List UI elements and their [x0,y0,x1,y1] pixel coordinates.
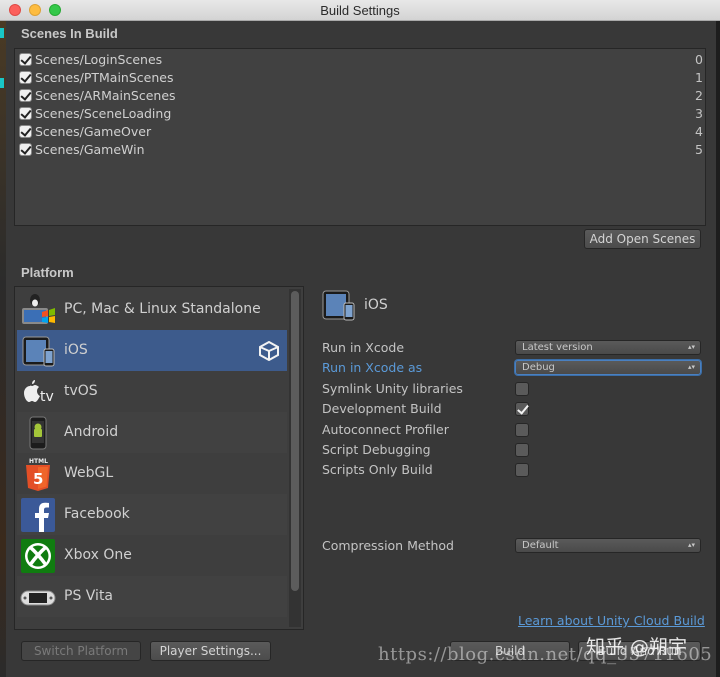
unity-cloud-build-link[interactable]: Learn about Unity Cloud Build [518,613,705,628]
scripts-only-build-label: Scripts Only Build [322,462,433,477]
autoconnect-profiler-label: Autoconnect Profiler [322,422,449,437]
platform-list-scrollbar[interactable] [289,289,301,627]
scene-name: Scenes/GameWin [35,142,145,157]
scene-index: 2 [695,88,703,103]
scene-index: 3 [695,106,703,121]
scene-include-checkbox[interactable] [19,53,32,66]
title-bar: Build Settings [0,0,720,21]
script-debugging-label: Script Debugging [322,442,431,457]
updown-arrows-icon: ▴▾ [687,363,695,371]
player-settings-button[interactable]: Player Settings... [150,641,271,661]
scene-name: Scenes/SceneLoading [35,106,172,121]
scene-name: Scenes/GameOver [35,124,152,139]
background-strip-right [716,21,720,677]
scene-include-checkbox[interactable] [19,71,32,84]
background-marker [0,78,4,88]
unity-logo-icon [259,341,279,361]
scene-index: 5 [695,142,703,157]
compression-method-label: Compression Method [322,538,454,553]
updown-arrows-icon: ▴▾ [687,541,695,549]
run-in-xcode-as-dropdown[interactable]: Debug ▴▾ [515,360,701,375]
ipad-icon [322,290,355,321]
standalone-icon [22,294,55,324]
window-title: Build Settings [320,3,400,18]
autoconnect-profiler-checkbox[interactable] [515,423,529,437]
platform-item-facebook[interactable]: Facebook [17,494,287,535]
symlink-unity-libraries-label: Symlink Unity libraries [322,381,463,396]
platform-heading: Platform [21,265,74,280]
scenes-list[interactable]: Scenes/LoginScenes 0 Scenes/PTMainScenes… [14,48,706,226]
scene-name: Scenes/PTMainScenes [35,70,174,85]
switch-platform-button[interactable]: Switch Platform [21,641,141,661]
scrollbar-thumb[interactable] [291,291,299,591]
run-in-xcode-label: Run in Xcode [322,340,405,355]
android-phone-icon [29,416,47,450]
scripts-only-build-checkbox[interactable] [515,463,529,477]
background-marker [0,28,4,38]
platform-item-standalone[interactable]: PC, Mac & Linux Standalone [17,289,287,330]
scene-row[interactable]: Scenes/GameOver 4 [19,123,703,141]
platform-list[interactable]: PC, Mac & Linux Standalone iOS tv tvOS A [14,286,304,630]
scene-name: Scenes/LoginScenes [35,52,163,67]
script-debugging-checkbox[interactable] [515,443,529,457]
xbox-icon [21,539,55,573]
platform-label: Xbox One [64,547,132,563]
scene-row[interactable]: Scenes/PTMainScenes 1 [19,69,703,87]
platform-item-xbox-one[interactable]: Xbox One [17,535,287,576]
platform-label: Facebook [64,506,130,522]
ipad-icon [22,336,55,367]
dropdown-value: Debug [522,362,555,373]
platform-item-ps-vita[interactable]: PS Vita [17,576,287,617]
svg-text:HTML: HTML [29,458,48,465]
scene-row[interactable]: Scenes/ARMainScenes 2 [19,87,703,105]
platform-item-ios[interactable]: iOS [17,330,287,371]
platform-item-webgl[interactable]: HTML 5 WebGL [17,453,287,494]
scene-row[interactable]: Scenes/LoginScenes 0 [19,51,703,69]
apple-tv-icon: tv [24,380,54,405]
platform-label: PS Vita [64,588,114,604]
updown-arrows-icon: ▴▾ [687,343,695,351]
scene-include-checkbox[interactable] [19,143,32,156]
scene-row[interactable]: Scenes/SceneLoading 3 [19,105,703,123]
scene-index: 0 [695,52,703,67]
development-build-checkbox[interactable] [515,402,529,416]
scene-index: 1 [695,70,703,85]
run-in-xcode-dropdown[interactable]: Latest version ▴▾ [515,340,701,355]
dropdown-value: Latest version [522,342,593,353]
platform-label: iOS [64,342,88,358]
platform-item-android[interactable]: Android [17,412,287,453]
scenes-in-build-heading: Scenes In Build [21,26,118,41]
html5-icon: HTML 5 [26,458,50,491]
scene-include-checkbox[interactable] [19,107,32,120]
scene-include-checkbox[interactable] [19,89,32,102]
svg-text:5: 5 [33,470,43,488]
facebook-icon [21,498,55,532]
background-strip-left [0,21,6,677]
selected-platform-title: iOS [364,297,388,313]
run-in-xcode-as-label: Run in Xcode as [322,360,423,375]
symlink-unity-libraries-checkbox[interactable] [515,382,529,396]
add-open-scenes-button[interactable]: Add Open Scenes [584,229,701,249]
scene-name: Scenes/ARMainScenes [35,88,176,103]
ps-vita-icon [20,590,56,606]
svg-text:tv: tv [40,389,54,405]
development-build-label: Development Build [322,401,442,416]
watermark-brand: 知乎 @朔宇 [586,636,688,658]
platform-item-tvos[interactable]: tv tvOS [17,371,287,412]
platform-label: WebGL [64,465,114,481]
dropdown-value: Default [522,540,559,551]
platform-label: PC, Mac & Linux Standalone [64,301,261,317]
compression-method-dropdown[interactable]: Default ▴▾ [515,538,701,553]
scene-row[interactable]: Scenes/GameWin 5 [19,141,703,159]
scene-index: 4 [695,124,703,139]
scene-include-checkbox[interactable] [19,125,32,138]
platform-label: Android [64,424,119,440]
platform-label: tvOS [64,383,98,399]
